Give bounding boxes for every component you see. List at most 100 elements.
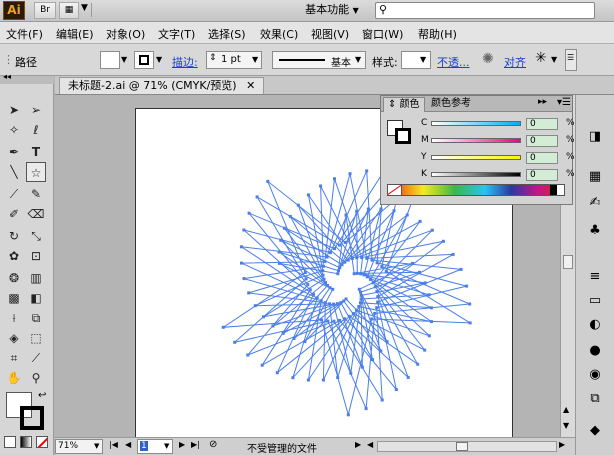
anchor-point[interactable] xyxy=(371,281,375,285)
bridge-button[interactable]: Br xyxy=(34,2,56,19)
anchor-point[interactable] xyxy=(340,263,344,267)
eyedropper-tool-icon[interactable]: ⟊ xyxy=(4,308,24,328)
anchor-point[interactable] xyxy=(338,318,342,322)
anchor-point[interactable] xyxy=(247,291,251,295)
layers-panel-icon[interactable]: ⧉ xyxy=(584,389,606,409)
eraser-tool-icon[interactable]: ⌫ xyxy=(26,204,46,224)
panel-menu-icon[interactable]: ☰ xyxy=(565,49,577,71)
swap-colors-icon[interactable]: ↩ xyxy=(38,390,46,401)
anchor-point[interactable] xyxy=(360,256,364,260)
slice-tool-icon[interactable]: ⟋ xyxy=(26,348,46,368)
anchor-point[interactable] xyxy=(384,269,388,273)
anchor-point[interactable] xyxy=(373,311,377,315)
gradient-mode-icon[interactable] xyxy=(20,436,32,448)
anchor-point[interactable] xyxy=(332,319,336,323)
anchor-point[interactable] xyxy=(347,314,351,318)
style-swatch[interactable]: ▼ xyxy=(401,51,431,69)
anchor-point[interactable] xyxy=(375,290,379,293)
transform-options-icon[interactable]: ✳ xyxy=(535,50,547,66)
anchor-point[interactable] xyxy=(355,256,359,260)
slider-y-track[interactable] xyxy=(431,155,521,160)
next-artboard-icon[interactable]: ▶ xyxy=(179,440,185,449)
stroke-panel-link[interactable]: 描边: xyxy=(172,54,198,70)
anchor-point[interactable] xyxy=(275,371,279,375)
first-artboard-icon[interactable]: |◀ xyxy=(109,440,118,449)
menu-file[interactable]: 文件(F) xyxy=(6,26,43,42)
anchor-point[interactable] xyxy=(351,312,355,315)
live-paint-selection-icon[interactable]: ⬚ xyxy=(26,328,46,348)
anchor-point[interactable] xyxy=(343,317,347,321)
brushes-panel-icon[interactable]: ✍ xyxy=(584,193,606,213)
anchor-point[interactable] xyxy=(321,264,325,268)
color-spectrum[interactable] xyxy=(387,184,565,196)
chevron-down-icon[interactable]: ▼ xyxy=(121,55,127,64)
anchor-point[interactable] xyxy=(247,211,251,215)
anchor-point[interactable] xyxy=(304,277,308,281)
anchor-point[interactable] xyxy=(365,169,369,173)
chevron-down-icon[interactable]: ▼ xyxy=(551,55,557,64)
anchor-point[interactable] xyxy=(336,272,340,276)
tab-color-guide[interactable]: 颜色参考 xyxy=(427,97,475,112)
anchor-point[interactable] xyxy=(370,317,374,321)
anchor-point[interactable] xyxy=(328,251,332,255)
magic-wand-tool-icon[interactable]: ✧ xyxy=(4,120,24,140)
anchor-point[interactable] xyxy=(325,255,329,259)
slider-m[interactable]: M 0% xyxy=(421,135,575,147)
type-tool-icon[interactable]: T xyxy=(26,142,46,162)
anchor-point[interactable] xyxy=(376,295,380,299)
anchor-point[interactable] xyxy=(322,277,326,281)
anchor-point[interactable] xyxy=(333,247,336,251)
tab-color[interactable]: ⇕ 颜色 xyxy=(383,97,425,112)
menu-edit[interactable]: 编辑(E) xyxy=(56,26,94,42)
blob-brush-tool-icon[interactable]: ✐ xyxy=(4,204,24,224)
menu-object[interactable]: 对象(O) xyxy=(106,26,145,42)
anchor-point[interactable] xyxy=(359,297,363,301)
anchor-point[interactable] xyxy=(375,306,379,310)
anchor-point[interactable] xyxy=(240,261,243,265)
star-tool-icon[interactable]: ☆ xyxy=(26,162,46,182)
anchor-point[interactable] xyxy=(365,275,369,279)
anchor-point[interactable] xyxy=(358,301,362,305)
expand-icon[interactable]: ▸▸ xyxy=(538,97,547,107)
anchor-point[interactable] xyxy=(376,300,380,304)
anchor-point[interactable] xyxy=(320,318,324,322)
artboard-number-select[interactable]: 1 ▼ xyxy=(137,439,173,454)
anchor-point[interactable] xyxy=(352,272,356,276)
anchor-point[interactable] xyxy=(221,325,225,329)
stepper-icon[interactable]: ⇕ xyxy=(209,53,217,63)
close-icon[interactable]: ✕ xyxy=(246,79,255,92)
stroke-color-box[interactable] xyxy=(20,406,44,430)
anchor-point[interactable] xyxy=(465,284,469,288)
anchor-point[interactable] xyxy=(364,407,368,411)
layers-stack-icon[interactable]: ◆ xyxy=(584,421,606,441)
stroke-panel-icon[interactable]: ≡ xyxy=(584,267,606,287)
anchor-point[interactable] xyxy=(321,269,325,273)
anchor-point[interactable] xyxy=(333,177,336,181)
anchor-point[interactable] xyxy=(339,301,343,305)
scroll-thumb[interactable] xyxy=(563,255,573,269)
none-swatch[interactable] xyxy=(388,185,402,195)
anchor-point[interactable] xyxy=(346,258,350,262)
anchor-point[interactable] xyxy=(365,256,369,260)
anchor-point[interactable] xyxy=(348,172,352,176)
column-graph-tool-icon[interactable]: ▥ xyxy=(26,268,46,288)
anchor-point[interactable] xyxy=(319,299,323,303)
pen-tool-icon[interactable]: ✒ xyxy=(4,142,24,162)
slider-m-track[interactable] xyxy=(431,138,521,143)
anchor-point[interactable] xyxy=(380,398,384,402)
symbol-sprayer-tool-icon[interactable]: ❂ xyxy=(4,268,24,288)
anchor-point[interactable] xyxy=(441,239,445,243)
anchor-point[interactable] xyxy=(368,277,372,281)
paintbrush-tool-icon[interactable]: ⟋ xyxy=(4,184,24,204)
align-link[interactable]: 对齐 xyxy=(504,54,526,70)
slider-y-value[interactable]: 0 xyxy=(526,152,558,164)
lasso-tool-icon[interactable]: ℓ xyxy=(26,120,46,140)
anchor-point[interactable] xyxy=(418,219,422,223)
appearance-panel-icon[interactable]: ● xyxy=(584,341,606,361)
brush-definition-select[interactable]: 基本 ▼ xyxy=(272,51,366,69)
anchor-point[interactable] xyxy=(312,292,315,296)
anchor-point[interactable] xyxy=(246,353,250,357)
anchor-point[interactable] xyxy=(357,305,361,308)
slider-m-value[interactable]: 0 xyxy=(526,135,558,147)
last-artboard-icon[interactable]: ▶| xyxy=(191,440,200,449)
